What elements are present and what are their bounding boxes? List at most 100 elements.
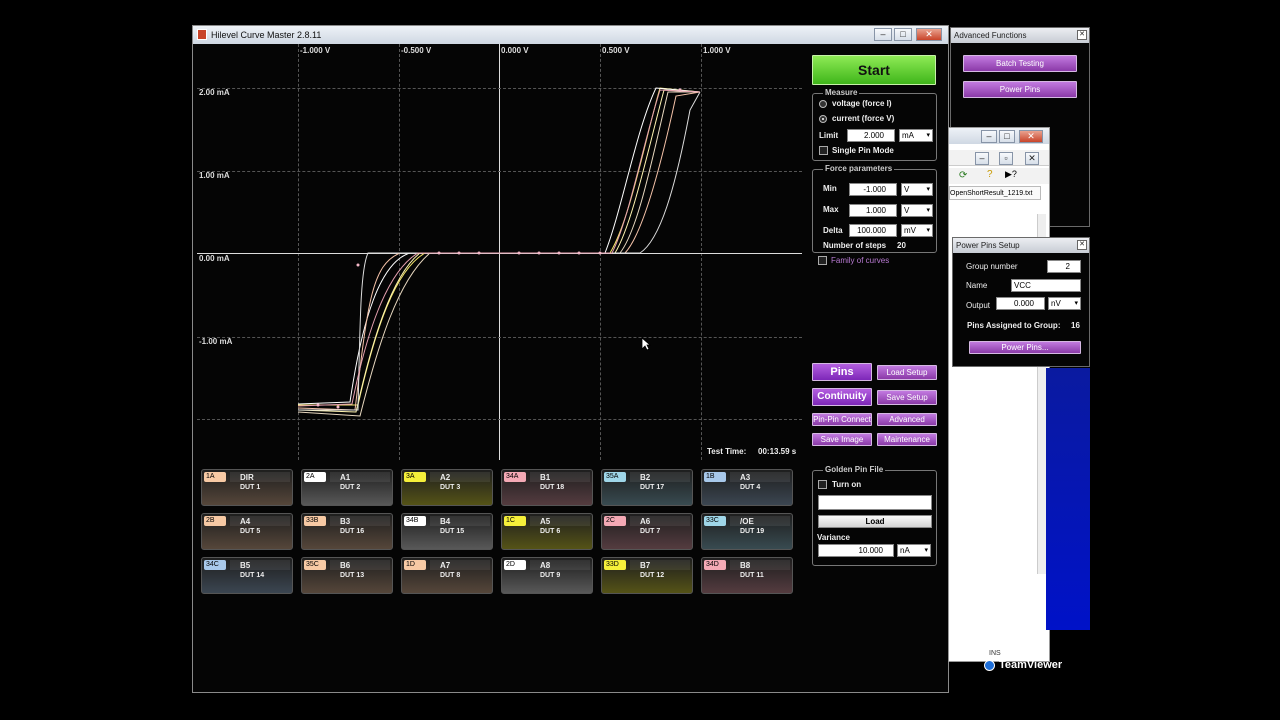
file-minimize-icon[interactable]: –: [981, 130, 997, 143]
context-help-icon[interactable]: ▶?: [1005, 169, 1017, 180]
limit-unit-select[interactable]: mA: [899, 129, 933, 142]
output-unit-select[interactable]: nV: [1048, 297, 1081, 310]
pin-tile[interactable]: 34A B1 DUT 18: [501, 469, 593, 506]
family-checkbox[interactable]: [818, 256, 827, 265]
start-button[interactable]: Start: [812, 55, 936, 85]
pin-tile[interactable]: 33B B3 DUT 16: [301, 513, 393, 550]
pin-tile-strip: [530, 516, 590, 526]
variance-input[interactable]: 10.000: [818, 544, 894, 557]
batch-testing-button[interactable]: Batch Testing: [963, 55, 1077, 72]
min-label: Min: [823, 184, 837, 193]
pin-tile-strip: [630, 472, 690, 482]
power-pins-dialog-button[interactable]: Power Pins...: [969, 341, 1081, 354]
pin-tile[interactable]: 2D A8 DUT 9: [501, 557, 593, 594]
pins-button[interactable]: Pins: [812, 363, 872, 381]
file-tab[interactable]: OpenShortResult_1219.txt: [949, 186, 1041, 200]
pin-name: B3: [340, 517, 351, 526]
pin-tile[interactable]: 33C/OE DUT 19: [701, 513, 793, 550]
load-setup-button[interactable]: Load Setup: [877, 365, 937, 380]
turn-on-checkbox[interactable]: [818, 480, 827, 489]
pin-dut: DUT 2: [340, 484, 361, 491]
pin-dut: DUT 7: [640, 528, 661, 535]
min-input[interactable]: -1.000: [849, 183, 897, 196]
file-maximize-icon[interactable]: □: [999, 130, 1015, 143]
pin-tile-strip: [730, 472, 790, 482]
pin-tile[interactable]: 2A A1 DUT 2: [301, 469, 393, 506]
curve-point: [356, 263, 360, 267]
power-name-input[interactable]: VCC: [1011, 279, 1081, 292]
max-input[interactable]: 1.000: [849, 204, 897, 217]
golden-load-button[interactable]: Load: [818, 515, 932, 528]
pin-tile[interactable]: 1B A3 DUT 4: [701, 469, 793, 506]
curve-point: [316, 403, 320, 407]
power-close-icon[interactable]: ✕: [1077, 240, 1087, 250]
pin-tile[interactable]: 34D B8 DUT 11: [701, 557, 793, 594]
file-restore-icon[interactable]: –: [975, 152, 989, 165]
power-titlebar: Power Pins Setup ✕: [953, 238, 1089, 253]
pin-tile[interactable]: 2B A4 DUT 5: [201, 513, 293, 550]
save-image-button[interactable]: Save Image: [812, 433, 872, 446]
golden-title: Golden Pin File: [823, 465, 886, 474]
pin-tile[interactable]: 34C B5 DUT 14: [201, 557, 293, 594]
curve-point: [678, 88, 682, 92]
delta-unit-select[interactable]: mV: [901, 224, 933, 237]
pin-tile[interactable]: 34B B4 DUT 15: [401, 513, 493, 550]
variance-unit-select[interactable]: nA: [897, 544, 931, 557]
pin-name: B7: [640, 561, 651, 570]
pin-tag: 34A: [504, 472, 526, 482]
advanced-title: Advanced Functions: [954, 31, 1027, 40]
pin-tile-strip: [330, 472, 390, 482]
help-icon[interactable]: ?: [987, 169, 993, 180]
file-restore2-icon[interactable]: ▫: [999, 152, 1013, 165]
file-window: – □ ✕ – ▫ ✕ ⟳ ? ▶? OpenShortResult_1219.…: [948, 127, 1050, 662]
advanced-button[interactable]: Advanced: [877, 413, 937, 426]
pin-tile[interactable]: 1A DIR DUT 1: [201, 469, 293, 506]
pin-tile[interactable]: 1D A7 DUT 8: [401, 557, 493, 594]
pins-assigned-label: Pins Assigned to Group:: [967, 321, 1061, 330]
pin-tile[interactable]: 3A A2 DUT 3: [401, 469, 493, 506]
curve-point: [457, 251, 461, 255]
delta-input[interactable]: 100.000: [849, 224, 897, 237]
pin-tag: 1D: [404, 560, 426, 570]
save-setup-button[interactable]: Save Setup: [877, 390, 937, 405]
pin-tile-strip: [430, 472, 490, 482]
refresh-icon[interactable]: ⟳: [959, 170, 967, 181]
pin-tag: 2D: [504, 560, 526, 570]
curve-point: [517, 251, 521, 255]
pin-name: A5: [540, 517, 551, 526]
steps-value: 20: [897, 241, 906, 250]
maintenance-button[interactable]: Maintenance: [877, 433, 937, 446]
voltage-radio-label: voltage (force I): [832, 99, 892, 108]
file-close2-icon[interactable]: ✕: [1025, 152, 1039, 165]
pin-tile[interactable]: 2C A6 DUT 7: [601, 513, 693, 550]
pin-name: A7: [440, 561, 451, 570]
pin-tile[interactable]: 1C A5 DUT 6: [501, 513, 593, 550]
single-pin-checkbox[interactable]: [819, 146, 828, 155]
pin-pin-connect-button[interactable]: Pin-Pin Connect: [812, 413, 872, 426]
continuity-button[interactable]: Continuity: [812, 388, 872, 406]
power-pins-button[interactable]: Power Pins: [963, 81, 1077, 98]
file-close-icon[interactable]: ✕: [1019, 130, 1043, 143]
delta-label: Delta: [823, 226, 843, 235]
pin-tag: 1B: [704, 472, 726, 482]
force-title: Force parameters: [823, 164, 895, 173]
limit-input[interactable]: 2.000: [847, 129, 895, 142]
advanced-close-icon[interactable]: ✕: [1077, 30, 1087, 40]
curve-series: [297, 89, 701, 407]
pin-name: DIR: [240, 473, 254, 482]
pin-tile[interactable]: 35C B6 DUT 13: [301, 557, 393, 594]
min-unit-select[interactable]: V: [901, 183, 933, 196]
voltage-radio[interactable]: [819, 100, 827, 108]
max-unit-select[interactable]: V: [901, 204, 933, 217]
curve-point: [437, 251, 441, 255]
pin-tile-strip: [530, 560, 590, 570]
pin-tile[interactable]: 35A B2 DUT 17: [601, 469, 693, 506]
group-number-input[interactable]: 2: [1047, 260, 1081, 273]
file-menubar: – ▫ ✕: [949, 150, 1049, 166]
output-input[interactable]: 0.000: [996, 297, 1045, 310]
golden-file-input[interactable]: [818, 495, 932, 510]
pin-tile-strip: [630, 560, 690, 570]
pin-tile[interactable]: 33D B7 DUT 12: [601, 557, 693, 594]
power-pins-window: Power Pins Setup ✕ Group number 2 Name V…: [952, 237, 1090, 367]
current-radio[interactable]: [819, 115, 827, 123]
